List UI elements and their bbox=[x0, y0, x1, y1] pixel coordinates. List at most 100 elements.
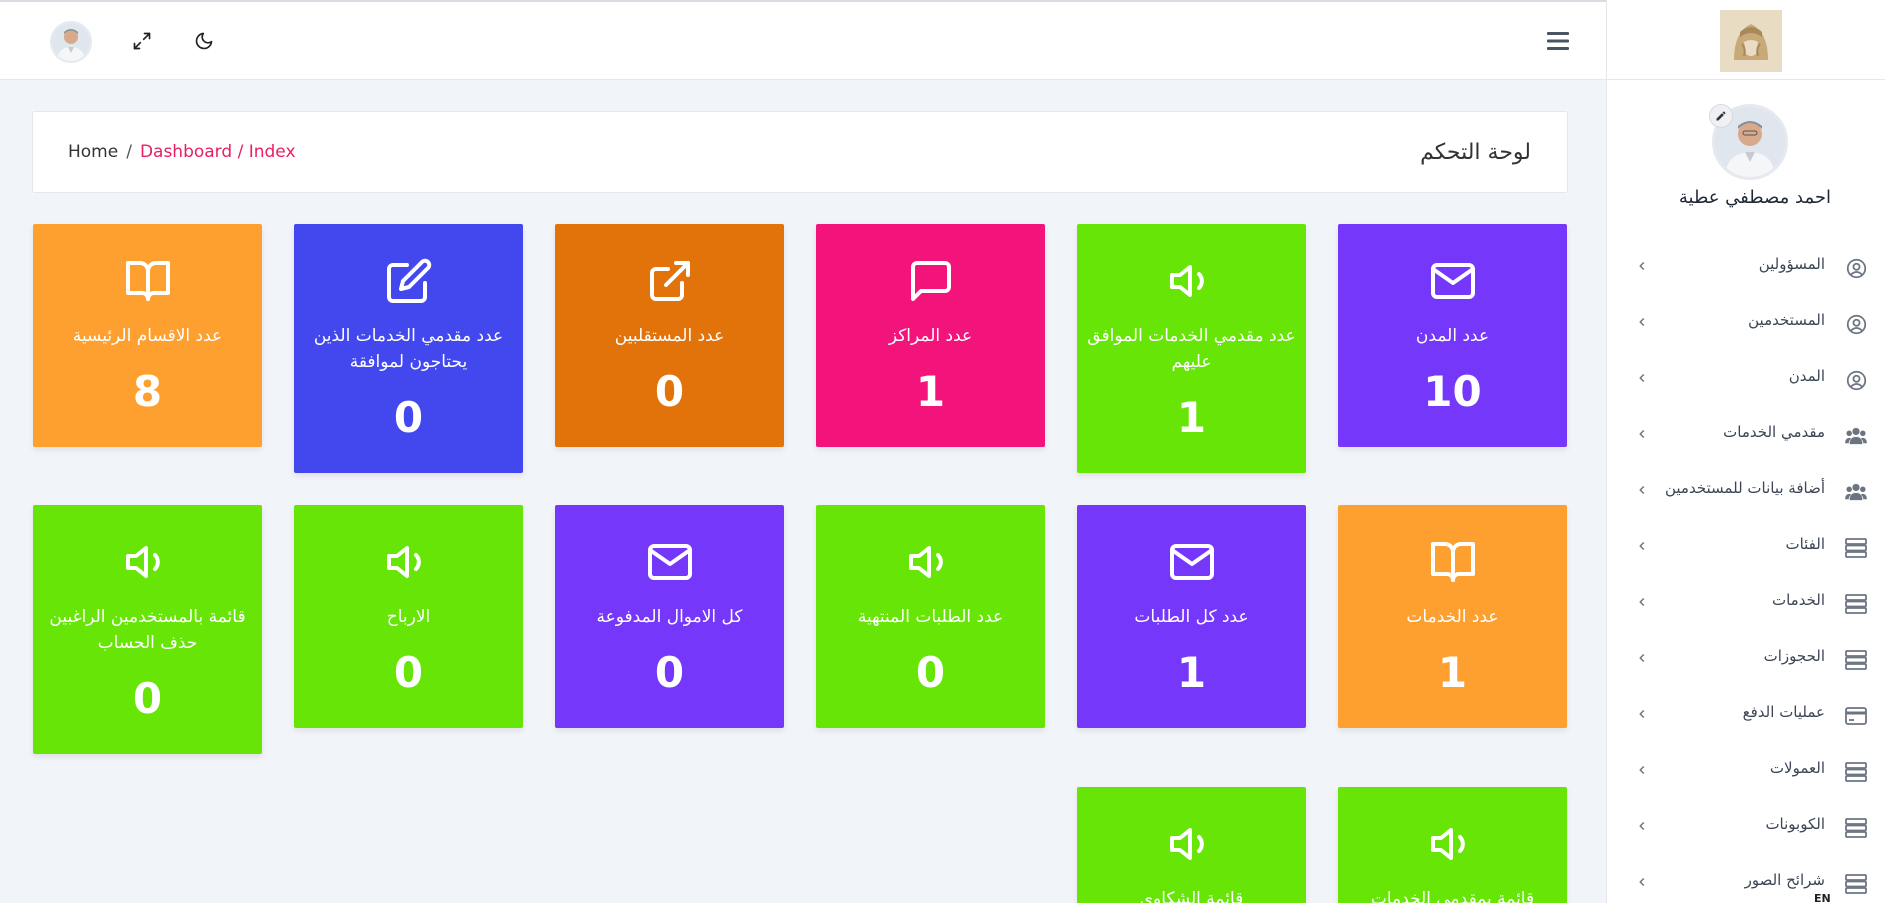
hamburger-menu-icon[interactable] bbox=[1545, 28, 1571, 54]
stat-tile-services[interactable]: عدد الخدمات 1 bbox=[1338, 505, 1567, 728]
tile-value: 0 bbox=[654, 367, 685, 416]
server-icon bbox=[1845, 873, 1867, 895]
tile-label: عدد الخدمات bbox=[1406, 607, 1499, 627]
stat-tile-delete-requests[interactable]: قائمة بالمستخدمين الراغبين حذف الحساب 0 bbox=[33, 505, 262, 754]
sidebar-item-coupons[interactable]: الكوبونات bbox=[1607, 800, 1885, 856]
envelope-icon bbox=[555, 537, 784, 587]
server-icon bbox=[1845, 537, 1867, 559]
moon-icon[interactable] bbox=[191, 28, 217, 54]
sidebar-item-categories[interactable]: الفئات bbox=[1607, 520, 1885, 576]
sidebar-item-admins[interactable]: المسؤولين bbox=[1607, 240, 1885, 296]
top-bar bbox=[0, 2, 1606, 80]
server-icon bbox=[1845, 761, 1867, 783]
tile-value: 1 bbox=[1176, 648, 1207, 697]
chevron-left-icon bbox=[1639, 373, 1645, 383]
edit-profile-pencil-icon[interactable] bbox=[1709, 104, 1733, 128]
sidebar-item-users[interactable]: المستخدمين bbox=[1607, 296, 1885, 352]
tile-label: عدد المستقلبين bbox=[614, 326, 725, 346]
tile-label: عدد كل الطلبات bbox=[1134, 607, 1249, 627]
chevron-left-icon bbox=[1639, 597, 1645, 607]
stat-tile-all-orders[interactable]: عدد كل الطلبات 1 bbox=[1077, 505, 1306, 728]
breadcrumb-card: Home / Dashboard / Index لوحة التحكم bbox=[32, 111, 1568, 193]
megaphone-icon bbox=[816, 537, 1045, 587]
stat-tile-complaints-list[interactable]: قائمة الشكاوى bbox=[1077, 787, 1306, 903]
tile-label: عدد مقدمي الخدمات الموافق عليهم bbox=[1087, 326, 1296, 372]
sidebar-item-service-providers[interactable]: مقدمي الخدمات bbox=[1607, 408, 1885, 464]
sidebar-item-label: الكوبونات bbox=[1765, 815, 1825, 833]
language-switch[interactable]: EN bbox=[1814, 892, 1831, 903]
sidebar-item-payments[interactable]: عمليات الدفع bbox=[1607, 688, 1885, 744]
sidebar-item-commissions[interactable]: العمولات bbox=[1607, 744, 1885, 800]
tile-value: 0 bbox=[132, 674, 163, 723]
edit-icon bbox=[294, 256, 523, 306]
tile-value: 0 bbox=[915, 648, 946, 697]
tile-label: عدد المراكز bbox=[888, 326, 973, 346]
chevron-left-icon bbox=[1639, 429, 1645, 439]
user-circle-icon bbox=[1845, 369, 1867, 391]
stat-tile-receivers[interactable]: عدد المستقلبين 0 bbox=[555, 224, 784, 447]
sidebar-item-label: الفئات bbox=[1785, 535, 1825, 553]
sidebar-item-label: العمولات bbox=[1769, 759, 1825, 777]
sidebar-item-label: مقدمي الخدمات bbox=[1723, 423, 1825, 441]
tile-value: 0 bbox=[654, 648, 685, 697]
sidebar-nav: المسؤولين المستخدمين المدن مقدمي الخدمات bbox=[1607, 240, 1885, 903]
megaphone-icon bbox=[1077, 819, 1306, 869]
tile-label: عدد المدن bbox=[1415, 326, 1490, 346]
user-circle-icon bbox=[1845, 257, 1867, 279]
megaphone-icon bbox=[1338, 819, 1567, 869]
sidebar: احمد مصطفي عطية المسؤولين المستخدمين الم… bbox=[1606, 0, 1885, 903]
tile-value: 1 bbox=[1176, 393, 1207, 442]
users-icon bbox=[1845, 481, 1867, 503]
sidebar-item-bookings[interactable]: الحجوزات bbox=[1607, 632, 1885, 688]
stat-tile-paid-money[interactable]: كل الاموال المدفوعة 0 bbox=[555, 505, 784, 728]
breadcrumb: Home / Dashboard / Index bbox=[68, 142, 296, 162]
sidebar-item-label: المسؤولين bbox=[1758, 255, 1825, 273]
chevron-left-icon bbox=[1639, 765, 1645, 775]
breadcrumb-home-link[interactable]: Home bbox=[68, 142, 118, 162]
user-avatar[interactable] bbox=[50, 21, 92, 63]
stat-tile-main-sections[interactable]: عدد الاقسام الرئيسية 8 bbox=[33, 224, 262, 447]
chevron-left-icon bbox=[1639, 317, 1645, 327]
brand-logo[interactable] bbox=[1720, 10, 1782, 72]
tile-label: قائمة بالمستخدمين الراغبين حذف الحساب bbox=[49, 607, 246, 653]
megaphone-icon bbox=[294, 537, 523, 587]
sidebar-item-image-slides[interactable]: شرائح الصور bbox=[1607, 856, 1885, 903]
expand-icon[interactable] bbox=[129, 28, 155, 54]
tile-label: قائمة بمقدمي الخدمات bbox=[1370, 889, 1535, 903]
stat-tile-finished-orders[interactable]: عدد الطلبات المنتهية 0 bbox=[816, 505, 1045, 728]
tile-value: 8 bbox=[132, 367, 163, 416]
page-title: لوحة التحكم bbox=[1420, 140, 1531, 165]
sidebar-item-cities[interactable]: المدن bbox=[1607, 352, 1885, 408]
megaphone-icon bbox=[1077, 256, 1306, 306]
stat-tile-centers[interactable]: عدد المراكز 1 bbox=[816, 224, 1045, 447]
book-open-icon bbox=[33, 256, 262, 306]
stat-tile-approved-providers[interactable]: عدد مقدمي الخدمات الموافق عليهم 1 bbox=[1077, 224, 1306, 473]
users-icon bbox=[1845, 425, 1867, 447]
stat-tile-pending-providers[interactable]: عدد مقدمي الخدمات الذين يحتاجون لموافقة … bbox=[294, 224, 523, 473]
tile-label: كل الاموال المدفوعة bbox=[596, 607, 743, 627]
tile-value: 10 bbox=[1423, 367, 1482, 416]
sidebar-item-label: المستخدمين bbox=[1748, 311, 1825, 329]
sidebar-header bbox=[1607, 2, 1885, 80]
message-square-icon bbox=[816, 256, 1045, 306]
stat-tile-providers-list[interactable]: قائمة بمقدمي الخدمات bbox=[1338, 787, 1567, 903]
tile-label: قائمة الشكاوى bbox=[1139, 889, 1244, 903]
external-link-icon bbox=[555, 256, 784, 306]
sidebar-item-label: المدن bbox=[1788, 367, 1825, 385]
breadcrumb-active: Dashboard / Index bbox=[139, 142, 296, 162]
credit-card-icon bbox=[1845, 705, 1867, 727]
server-icon bbox=[1845, 593, 1867, 615]
sidebar-item-label: عمليات الدفع bbox=[1742, 703, 1825, 721]
sidebar-item-services[interactable]: الخدمات bbox=[1607, 576, 1885, 632]
sidebar-item-add-user-data[interactable]: أضافة بيانات للمستخدمين bbox=[1607, 464, 1885, 520]
stat-tile-cities[interactable]: عدد المدن 10 bbox=[1338, 224, 1567, 447]
tile-label: عدد الاقسام الرئيسية bbox=[72, 326, 223, 346]
sidebar-item-label: شرائح الصور bbox=[1744, 871, 1825, 889]
user-circle-icon bbox=[1845, 313, 1867, 335]
tile-label: الارباح bbox=[386, 607, 431, 627]
megaphone-icon bbox=[33, 537, 262, 587]
tile-value: 0 bbox=[393, 393, 424, 442]
stat-tile-profits[interactable]: الارباح 0 bbox=[294, 505, 523, 728]
chevron-left-icon bbox=[1639, 261, 1645, 271]
tile-value: 0 bbox=[393, 648, 424, 697]
